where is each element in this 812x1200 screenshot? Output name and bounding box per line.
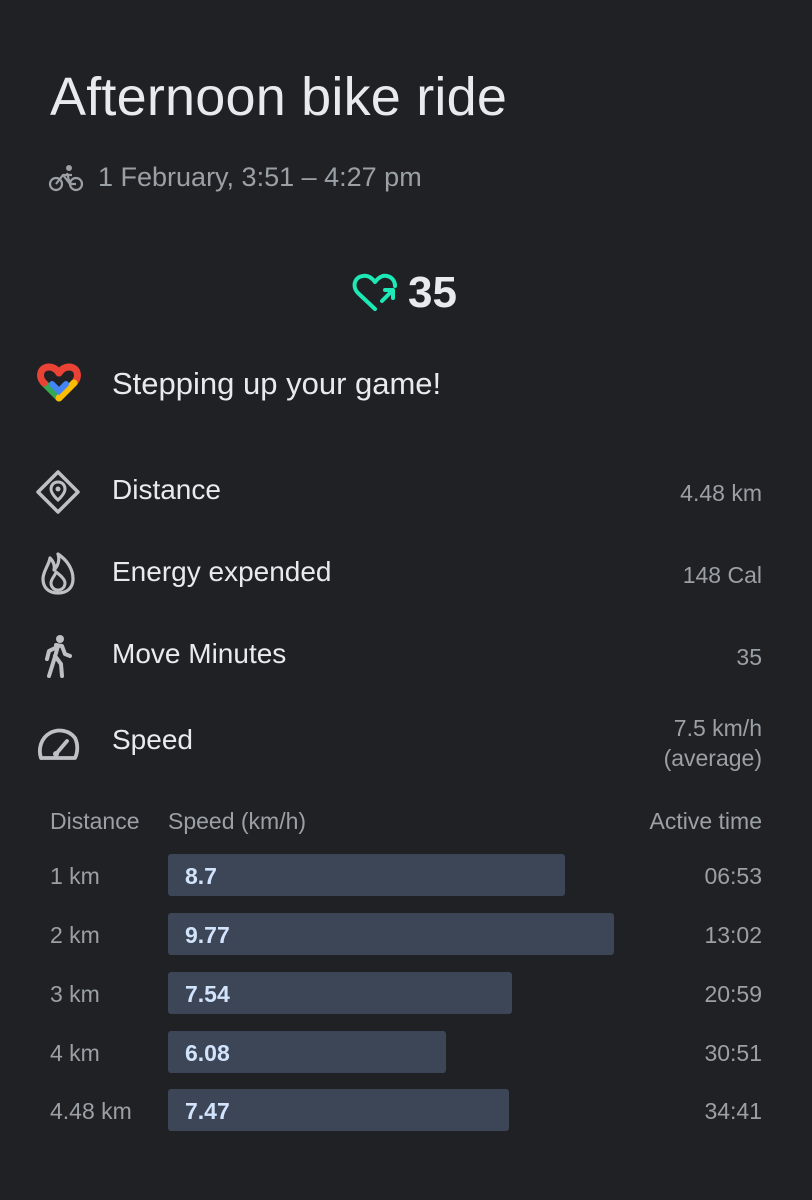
metric-energy: Energy expended 148 Cal [0,548,812,608]
split-distance: 2 km [50,922,100,948]
table-row: 2 km 9.77 13:02 [0,913,812,955]
speed-bar [168,913,614,955]
split-speed: 7.54 [185,981,230,1007]
speed-bar [168,854,565,896]
column-header-active-time: Active time [649,808,762,834]
split-active-time: 06:53 [704,863,762,889]
location-pin-diamond-icon [36,470,80,514]
speed-average-note: (average) [663,745,762,771]
speed-average-value: 7.5 km/h [673,715,762,741]
table-row: 3 km 7.54 20:59 [0,972,812,1014]
speedometer-icon [37,728,80,760]
split-speed: 9.77 [185,922,230,948]
metric-value: 7.5 km/h (average) [664,713,762,773]
achievement-label: Stepping up your game! [112,366,442,401]
split-speed: 8.7 [185,863,217,889]
activity-datetime: 1 February, 3:51 – 4:27 pm [48,162,422,193]
metric-value: 148 Cal [682,562,762,588]
heart-points: 35 [352,268,457,318]
column-header-speed: Speed (km/h) [168,808,307,834]
metric-label: Speed [112,724,193,755]
bicycle-icon [48,164,84,191]
heart-points-icon [352,273,397,311]
metric-label: Distance [112,474,221,505]
column-header-distance: Distance [50,808,140,834]
table-row: 4.48 km 7.47 34:41 [0,1089,812,1131]
metric-move-minutes: Move Minutes 35 [0,630,812,690]
split-speed: 7.47 [185,1098,230,1124]
split-distance: 4.48 km [50,1098,132,1124]
split-distance: 4 km [50,1040,100,1066]
metric-label: Move Minutes [112,638,287,669]
metric-speed: Speed 7.5 km/h (average) [0,715,812,782]
page-title: Afternoon bike ride [50,67,508,127]
split-active-time: 34:41 [704,1098,762,1124]
google-fit-heart-icon [37,363,81,402]
metric-distance: Distance 4.48 km [0,466,812,526]
metric-label: Energy expended [112,556,332,587]
flame-icon [41,552,75,595]
activity-datetime-text: 1 February, 3:51 – 4:27 pm [98,162,422,192]
split-speed: 6.08 [185,1040,230,1066]
heart-points-value: 35 [408,268,457,317]
table-row: 4 km 6.08 30:51 [0,1031,812,1073]
split-active-time: 13:02 [704,922,762,948]
split-active-time: 20:59 [704,981,762,1007]
achievement-row: Stepping up your game! [36,360,441,404]
metric-value: 35 [736,644,762,670]
split-distance: 1 km [50,863,100,889]
table-row: 1 km 8.7 06:53 [0,854,812,896]
split-active-time: 30:51 [704,1040,762,1066]
split-distance: 3 km [50,981,100,1007]
walking-person-icon [45,635,72,678]
metric-value: 4.48 km [680,480,762,506]
